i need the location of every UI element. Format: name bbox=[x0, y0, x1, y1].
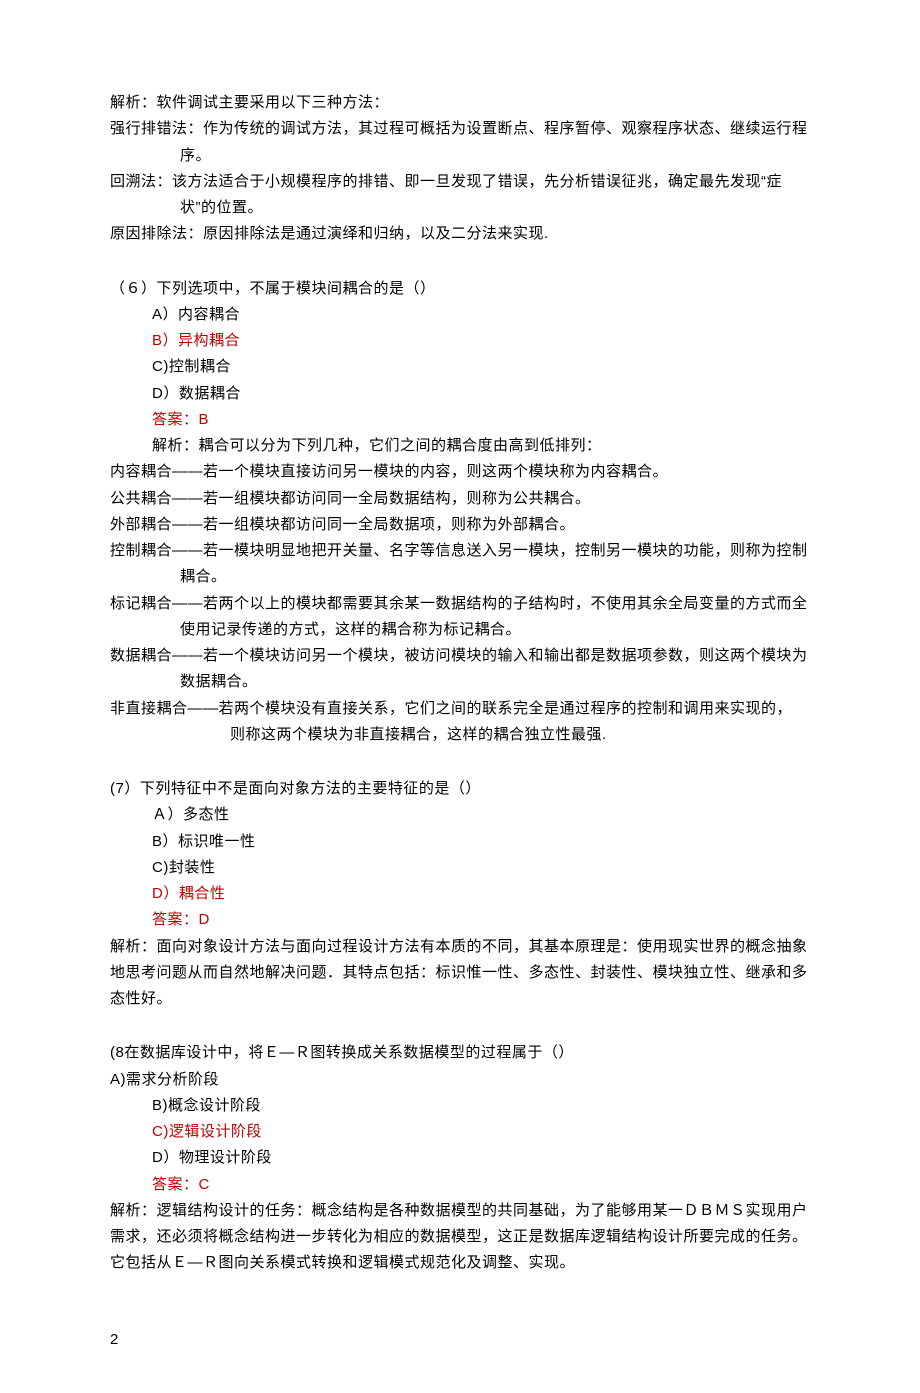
answer-line: 答案：C bbox=[110, 1172, 810, 1198]
answer-line: 答案：B bbox=[110, 407, 810, 433]
option-b: B)概念设计阶段 bbox=[110, 1093, 810, 1119]
question-6: （６）下列选项中，不属于模块间耦合的是（） A）内容耦合 B）异构耦合 C)控制… bbox=[110, 276, 810, 749]
method-2: 回溯法：该方法适合于小规模程序的排错、即一旦发现了错误，先分析错误征兆，确定最先… bbox=[110, 169, 810, 222]
option-b: B）标识唯一性 bbox=[110, 829, 810, 855]
explanation: 解析：面向对象设计方法与面向过程设计方法有本质的不同，其基本原理是：使用现实世界… bbox=[110, 934, 810, 1013]
explanation-lead: 解析：耦合可以分为下列几种，它们之间的耦合度由高到低排列： bbox=[110, 433, 810, 459]
option-c: C)逻辑设计阶段 bbox=[110, 1119, 810, 1145]
option-d: D）数据耦合 bbox=[110, 381, 810, 407]
option-d: D）耦合性 bbox=[110, 881, 810, 907]
explanation: 解析：逻辑结构设计的任务：概念结构是各种数据模型的共同基础，为了能够用某一ＤＢＭ… bbox=[110, 1198, 810, 1277]
explanation-lead-text: 解析：耦合可以分为下列几种，它们之间的耦合度由高到低排列： bbox=[152, 437, 602, 454]
question-stem: (8在数据库设计中，将Ｅ—Ｒ图转换成关系数据模型的过程属于（） bbox=[110, 1040, 810, 1066]
question-stem: （６）下列选项中，不属于模块间耦合的是（） bbox=[110, 276, 810, 302]
explanation-lead: 解析：软件调试主要采用以下三种方法： bbox=[110, 90, 810, 116]
option-b: B）异构耦合 bbox=[110, 328, 810, 354]
question-8: (8在数据库设计中，将Ｅ—Ｒ图转换成关系数据模型的过程属于（） A)需求分析阶段… bbox=[110, 1040, 810, 1276]
coupling-2: 公共耦合——若一组模块都访问同一全局数据结构，则称为公共耦合。 bbox=[110, 486, 810, 512]
method-1: 强行排错法：作为传统的调试方法，其过程可概括为设置断点、程序暂停、观察程序状态、… bbox=[110, 116, 810, 169]
option-c: C)控制耦合 bbox=[110, 354, 810, 380]
coupling-7b: 则称这两个模块为非直接耦合，这样的耦合独立性最强. bbox=[110, 722, 810, 748]
coupling-3: 外部耦合——若一组模块都访问同一全局数据项，则称为外部耦合。 bbox=[110, 512, 810, 538]
option-a: Ａ）多态性 bbox=[110, 802, 810, 828]
page-number: 2 bbox=[110, 1327, 810, 1353]
option-a: A)需求分析阶段 bbox=[110, 1067, 810, 1093]
coupling-7a: 非直接耦合——若两个模块没有直接关系，它们之间的联系完全是通过程序的控制和调用来… bbox=[110, 696, 810, 722]
option-c: C)封装性 bbox=[110, 855, 810, 881]
question-stem: (7）下列特征中不是面向对象方法的主要特征的是（） bbox=[110, 776, 810, 802]
coupling-4: 控制耦合——若一模块明显地把开关量、名字等信息送入另一模块，控制另一模块的功能，… bbox=[110, 538, 810, 591]
option-d: D）物理设计阶段 bbox=[110, 1145, 810, 1171]
question-7: (7）下列特征中不是面向对象方法的主要特征的是（） Ａ）多态性 B）标识唯一性 … bbox=[110, 776, 810, 1012]
coupling-6: 数据耦合——若一个模块访问另一个模块，被访问模块的输入和输出都是数据项参数，则这… bbox=[110, 643, 810, 696]
method-3: 原因排除法：原因排除法是通过演绎和归纳，以及二分法来实现. bbox=[110, 221, 810, 247]
explanation-5: 解析：软件调试主要采用以下三种方法： 强行排错法：作为传统的调试方法，其过程可概… bbox=[110, 90, 810, 248]
document-page: 解析：软件调试主要采用以下三种方法： 强行排错法：作为传统的调试方法，其过程可概… bbox=[0, 0, 920, 1393]
coupling-5: 标记耦合——若两个以上的模块都需要其余某一数据结构的子结构时，不使用其余全局变量… bbox=[110, 591, 810, 644]
option-a: A）内容耦合 bbox=[110, 302, 810, 328]
coupling-1: 内容耦合——若一个模块直接访问另一模块的内容，则这两个模块称为内容耦合。 bbox=[110, 459, 810, 485]
answer-line: 答案：D bbox=[110, 907, 810, 933]
